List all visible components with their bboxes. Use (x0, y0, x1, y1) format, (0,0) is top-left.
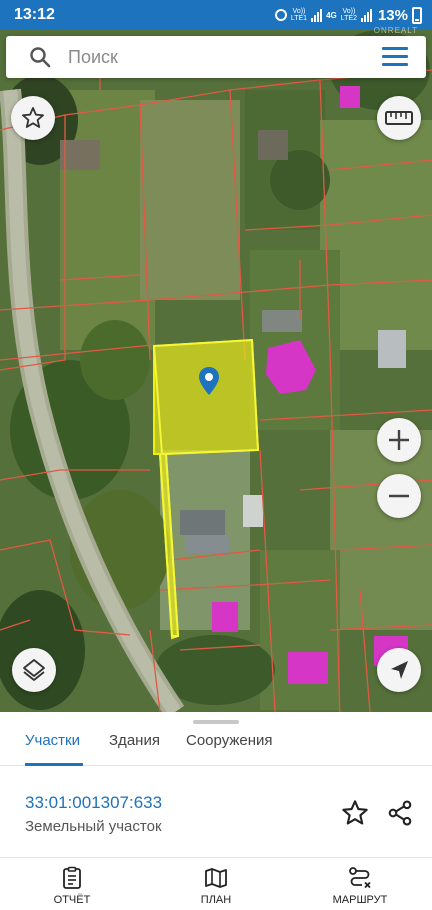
zoom-out-button[interactable] (377, 474, 421, 518)
tab-buildings[interactable]: Здания (109, 732, 160, 749)
my-location-button[interactable] (377, 648, 421, 692)
satellite-map[interactable] (0, 30, 432, 712)
battery-percent: 13% (377, 6, 408, 24)
parcel-type-label: Земельный участок (25, 818, 162, 835)
nav-plan[interactable]: ПЛАН (161, 858, 271, 910)
zoom-in-button[interactable] (377, 418, 421, 462)
nav-report-label: ОТЧЁТ (53, 894, 91, 906)
report-icon (63, 866, 81, 889)
tab-parcels[interactable]: Участки (25, 732, 80, 749)
add-favorite-button[interactable] (341, 799, 369, 827)
cadastral-number[interactable]: 33:01:001307:633 (25, 793, 162, 813)
watermark: ONREALT (373, 26, 418, 35)
hamburger-menu-icon[interactable] (382, 47, 408, 67)
status-icons: Vo)) LTE1 4G Vo)) LTE2 13% (274, 5, 422, 25)
nav-route-label: МАРШРУТ (332, 894, 388, 906)
route-icon (349, 867, 371, 889)
map-plan-icon (205, 868, 227, 888)
object-type-tabs: Участки Здания Сооружения (0, 726, 432, 766)
alarm-icon (274, 9, 287, 21)
bottom-navigation: ОТЧЁТ ПЛАН МАРШРУТ (0, 857, 432, 910)
layers-button[interactable] (12, 648, 56, 692)
nav-route[interactable]: МАРШРУТ (305, 858, 415, 910)
ruler-icon (385, 111, 413, 125)
battery-icon (412, 6, 422, 24)
star-outline-icon (22, 107, 44, 128)
nav-report[interactable]: ОТЧЁТ (17, 858, 127, 910)
measure-button[interactable] (377, 96, 421, 140)
nav-plan-label: ПЛАН (200, 894, 232, 906)
layers-icon (23, 659, 45, 681)
search-bar[interactable] (6, 36, 426, 78)
sim1-label: Vo)) LTE1 (290, 8, 308, 22)
status-bar: 13:12 Vo)) LTE1 4G Vo)) LTE2 13% (0, 0, 432, 30)
star-outline-icon (342, 800, 368, 825)
parcel-marker-icon[interactable] (198, 366, 220, 396)
status-time: 13:12 (14, 6, 55, 23)
minus-icon (389, 494, 409, 498)
signal-1-icon (311, 8, 323, 22)
network-type-label: 4G (326, 10, 337, 20)
signal-2-icon (360, 8, 372, 22)
active-tab-indicator (25, 763, 83, 766)
search-icon[interactable] (28, 45, 52, 69)
search-input[interactable] (68, 44, 358, 70)
share-button[interactable] (386, 799, 414, 827)
sheet-drag-handle[interactable] (193, 720, 239, 724)
share-icon (388, 800, 412, 826)
tab-structures[interactable]: Сооружения (186, 732, 273, 749)
favorite-map-button[interactable] (11, 96, 55, 140)
plus-icon (389, 430, 409, 450)
sim2-label: Vo)) LTE2 (340, 8, 357, 22)
navigation-arrow-icon (391, 661, 408, 679)
